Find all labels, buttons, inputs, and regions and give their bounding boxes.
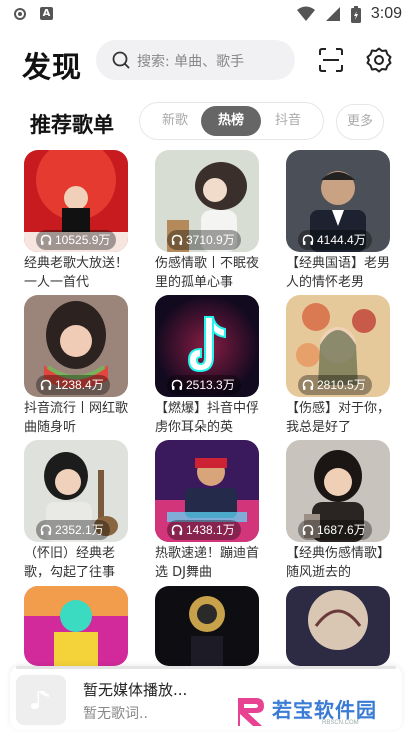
watermark-text: 若宝软件园	[272, 698, 377, 722]
watermark-subtext: RBSCN.COM	[322, 720, 359, 726]
playlist-cover	[155, 586, 259, 666]
more-button[interactable]: 更多	[336, 104, 384, 140]
playlist-name: 热歌速递！蹦迪首选 DJ舞曲	[155, 546, 259, 580]
scan-icon	[319, 48, 343, 72]
header: 发现 搜索: 单曲、歌手	[0, 36, 414, 86]
play-count-badge: 2513.3万	[167, 375, 241, 395]
playlist-name: （怀旧）经典老歌，勾起了往事	[24, 546, 116, 580]
headphones-icon	[40, 379, 52, 390]
now-playing-lyrics: 暂无歌词..	[83, 706, 148, 722]
headphones-icon	[171, 379, 183, 390]
signal-icon	[325, 7, 340, 21]
search-placeholder: 搜索: 单曲、歌手	[137, 54, 245, 70]
play-count-badge: 4144.4万	[298, 230, 372, 250]
headphones-icon	[302, 524, 314, 535]
search-input[interactable]: 搜索: 单曲、歌手	[96, 40, 295, 80]
scan-button[interactable]	[317, 46, 345, 74]
playlist-name: 伤感情歌丨不眠夜里的孤单心事	[155, 256, 259, 290]
recommended-section-header: 推荐歌单 新歌 热榜 抖音 更多	[0, 102, 414, 144]
playlist-cover	[286, 586, 390, 666]
page-title: 发现	[22, 50, 83, 84]
playlist-name: 【伤感】对于你，我总是好了	[286, 401, 390, 435]
tab-hot-list[interactable]: 热榜	[201, 106, 261, 136]
status-time: 3:09	[370, 5, 402, 22]
headphones-icon	[302, 379, 314, 390]
playlist-name: 抖音流行丨网红歌曲随身听	[24, 401, 128, 435]
play-count-badge: 1438.1万	[167, 520, 241, 540]
tab-douyin[interactable]: 抖音	[258, 106, 318, 136]
status-bar: A 3:09	[0, 0, 414, 30]
gear-icon	[366, 47, 392, 73]
play-count-badge: 2810.5万	[298, 375, 372, 395]
watermark-logo-icon	[238, 698, 264, 726]
wifi-icon	[296, 6, 315, 21]
section-title: 推荐歌单	[30, 113, 114, 137]
playlist-cover	[24, 586, 128, 666]
search-icon	[112, 51, 130, 69]
album-art-placeholder	[16, 675, 66, 725]
settings-button[interactable]	[365, 46, 393, 74]
player-progress-bar	[16, 666, 396, 669]
play-count-badge: 2352.1万	[36, 520, 110, 540]
playlist-name: 【经典国语】老男人的情怀老男	[286, 256, 390, 290]
playlist-name: 【经典伤感情歌】随风逝去的	[286, 546, 390, 580]
play-count-badge: 1238.4万	[36, 375, 110, 395]
now-playing-title: 暂无媒体播放...	[83, 681, 188, 699]
tab-group: 新歌 热榜 抖音	[139, 102, 324, 140]
battery-icon	[350, 5, 361, 23]
play-count-badge: 3710.9万	[167, 230, 241, 250]
watermark: 若宝软件园 RBSCN.COM	[230, 690, 396, 730]
headphones-icon	[171, 524, 183, 535]
headphones-icon	[171, 234, 183, 245]
keyboard-a-icon: A	[40, 7, 53, 20]
headphones-icon	[40, 524, 52, 535]
headphones-icon	[40, 234, 52, 245]
play-count-badge: 10525.9万	[36, 230, 117, 250]
headphones-icon	[302, 234, 314, 245]
playlist-name: 【燃爆】抖音中俘虏你耳朵的英	[155, 401, 259, 435]
tab-new-songs[interactable]: 新歌	[145, 106, 205, 136]
playlist-name: 经典老歌大放送！一人一首代	[24, 256, 128, 290]
record-icon	[14, 7, 26, 20]
play-count-badge: 1687.6万	[298, 520, 372, 540]
music-note-icon	[31, 691, 49, 709]
